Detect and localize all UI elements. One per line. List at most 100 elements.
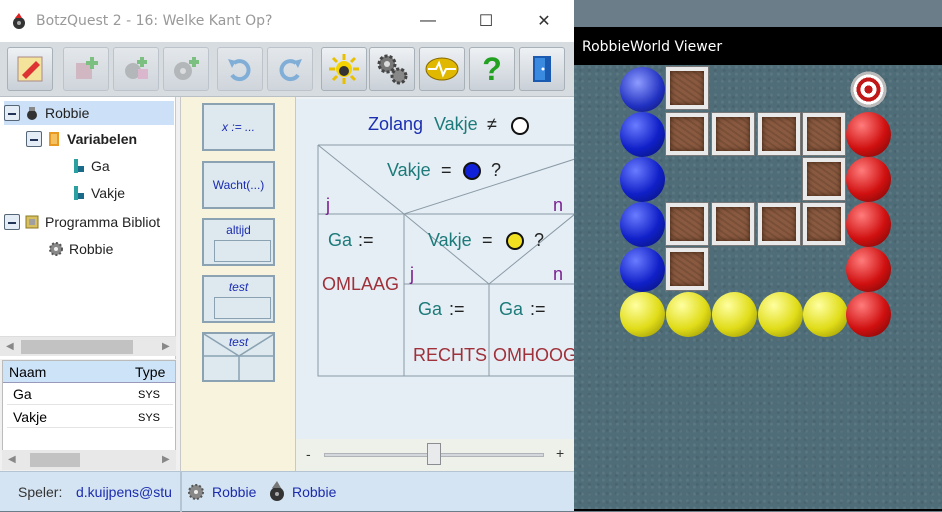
column-header-type[interactable]: Type xyxy=(135,364,165,380)
status-divider xyxy=(180,472,182,512)
add-component-button[interactable] xyxy=(63,47,109,91)
exit-button[interactable] xyxy=(519,47,565,91)
zoom-slider-thumb[interactable] xyxy=(427,443,441,465)
variable-type: SYS xyxy=(138,389,161,401)
equals-sign: = xyxy=(441,160,452,180)
table-row[interactable]: Ga SYS xyxy=(7,384,173,405)
target-icon xyxy=(846,67,891,112)
scrollbar-thumb[interactable] xyxy=(21,340,133,354)
scroll-left-icon[interactable]: ◀ xyxy=(8,454,16,465)
blue-ball-icon[interactable] xyxy=(463,162,481,180)
collapse-icon[interactable] xyxy=(26,131,42,147)
wooden-crate xyxy=(757,112,801,156)
undo-button[interactable] xyxy=(217,47,263,91)
if2-variable[interactable]: Vakje xyxy=(428,230,472,251)
assign-target-ga[interactable]: Ga xyxy=(328,230,352,251)
assign-operator: := xyxy=(449,299,465,319)
wooden-crate xyxy=(802,202,846,246)
palette-assign-block[interactable]: x := ... xyxy=(202,103,275,151)
red-ball xyxy=(846,202,891,247)
help-button[interactable]: ? xyxy=(469,47,515,91)
block-palette: x := ... Wacht(...) altijd test test xyxy=(180,97,295,471)
scrollbar-thumb[interactable] xyxy=(30,453,80,467)
add-component-icon xyxy=(76,57,98,79)
red-ball xyxy=(846,292,891,337)
question-mark: ? xyxy=(491,160,502,180)
yellow-ball xyxy=(758,292,803,337)
robot-icon xyxy=(270,481,284,501)
gear-icon xyxy=(188,484,204,500)
run-button[interactable] xyxy=(321,47,367,91)
scroll-right-icon[interactable]: ▶ xyxy=(162,454,170,465)
add-gear-button[interactable] xyxy=(163,47,209,91)
scroll-left-icon[interactable]: ◀ xyxy=(6,341,14,352)
palette-wait-block[interactable]: Wacht(...) xyxy=(202,161,275,209)
tree-item-robbie-program[interactable]: Robbie xyxy=(48,237,113,261)
active-robot-name[interactable]: Robbie xyxy=(292,484,336,500)
assign-operator: := xyxy=(530,299,546,319)
while-variable[interactable]: Vakje xyxy=(434,114,478,135)
maximize-button[interactable]: ☐ xyxy=(457,0,515,42)
variable-name: Ga xyxy=(13,386,32,402)
empty-cell-icon[interactable] xyxy=(511,117,529,135)
tree-item-programma-bibliotheek[interactable]: Programma Bibliot xyxy=(4,210,160,234)
wooden-crate xyxy=(757,202,801,246)
component-tree: Robbie Variabelen Ga Vakje Programma Bib… xyxy=(0,97,176,359)
maximize-icon: ☐ xyxy=(478,13,494,30)
yellow-ball-icon[interactable] xyxy=(506,232,524,250)
collapse-icon[interactable] xyxy=(4,214,20,230)
program-robot-name[interactable]: Robbie xyxy=(212,484,256,500)
nassi-shneiderman-diagram: Zolang Vakje ≠ Vakje = ? j n Ga := OMLAA… xyxy=(296,99,574,439)
window-title: BotzQuest 2 - 16: Welke Kant Op? xyxy=(36,13,273,29)
tree-item-vakje[interactable]: Vakje xyxy=(70,181,125,205)
wooden-crate xyxy=(802,157,846,201)
settings-button[interactable] xyxy=(369,47,415,91)
gears-icon xyxy=(377,54,408,85)
close-button[interactable]: ✕ xyxy=(515,0,573,42)
redo-button[interactable] xyxy=(267,47,313,91)
value-omlaag[interactable]: OMLAAG xyxy=(322,274,399,295)
tree-item-variabelen[interactable]: Variabelen xyxy=(26,127,137,151)
variables-horizontal-scrollbar[interactable]: ◀ ▶ xyxy=(2,450,176,470)
zoom-in-label[interactable]: + xyxy=(556,445,564,461)
table-header: Naam Type xyxy=(3,361,175,383)
minimize-button[interactable]: — xyxy=(399,0,457,42)
value-omhoog[interactable]: OMHOOG xyxy=(493,345,574,366)
assign-target-ga[interactable]: Ga xyxy=(418,299,442,320)
assign-target-ga[interactable]: Ga xyxy=(499,299,523,320)
tree-item-label: Variabelen xyxy=(67,131,138,147)
no-label: n xyxy=(553,264,564,284)
variable-icon xyxy=(74,186,84,200)
yellow-ball xyxy=(666,292,711,337)
add-gear-component-button[interactable] xyxy=(113,47,159,91)
zoom-out-label[interactable]: - xyxy=(306,446,311,462)
blue-ball xyxy=(620,112,665,157)
tree-item-ga[interactable]: Ga xyxy=(70,154,110,178)
player-name: d.kuijpens@stu xyxy=(76,484,172,500)
equals-sign: = xyxy=(482,230,493,250)
monitor-button[interactable] xyxy=(419,47,465,91)
minimize-icon: — xyxy=(420,12,436,29)
tree-horizontal-scrollbar[interactable]: ◀ ▶ xyxy=(0,336,176,356)
if1-variable[interactable]: Vakje xyxy=(387,160,431,181)
heartbeat-monitor-icon xyxy=(425,57,459,81)
palette-if-block[interactable]: test xyxy=(202,332,275,382)
yellow-ball xyxy=(803,292,848,337)
library-icon xyxy=(25,215,39,229)
palette-test-loop-block[interactable]: test xyxy=(202,275,275,323)
tree-item-robbie[interactable]: Robbie xyxy=(4,101,174,125)
value-rechts[interactable]: RECHTS xyxy=(413,345,487,366)
tree-item-label: Robbie xyxy=(45,105,90,121)
column-header-naam[interactable]: Naam xyxy=(9,364,46,380)
undo-icon xyxy=(228,59,251,82)
wooden-crate xyxy=(711,202,755,246)
table-row[interactable]: Vakje SYS xyxy=(7,406,173,428)
program-edit-button[interactable] xyxy=(7,47,53,91)
while-keyword[interactable]: Zolang xyxy=(368,114,423,135)
robot-robbie[interactable] xyxy=(620,67,665,112)
palette-loop-block[interactable]: altijd xyxy=(202,218,275,266)
player-label: Speler: xyxy=(18,484,63,500)
scroll-right-icon[interactable]: ▶ xyxy=(162,341,170,352)
collapse-icon[interactable] xyxy=(4,105,20,121)
botzquest-window: BotzQuest 2 - 16: Welke Kant Op? — ☐ ✕ ?… xyxy=(0,0,574,512)
